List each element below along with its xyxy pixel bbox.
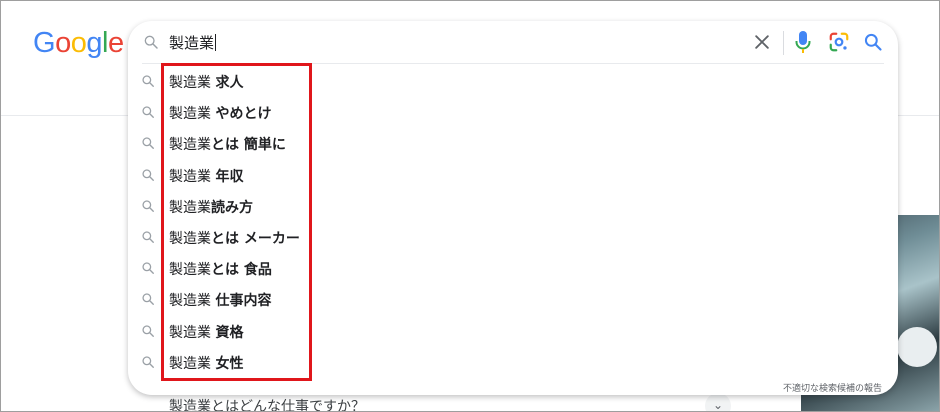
vertical-divider (783, 31, 784, 55)
search-icon (142, 168, 154, 181)
logo-letter: o (70, 27, 87, 59)
search-icon (142, 106, 154, 119)
search-query-text: 製造業 (169, 34, 215, 52)
highlight-annotation-box (161, 63, 312, 381)
search-icon (142, 262, 154, 275)
search-icon (142, 231, 154, 243)
search-row: 製造業 (128, 21, 898, 63)
search-icon (142, 324, 154, 337)
search-input[interactable]: 製造業 (169, 32, 217, 53)
text-caret (215, 34, 217, 51)
google-logo[interactable]: Google (33, 27, 124, 60)
search-icon (142, 137, 154, 150)
search-icon (142, 356, 154, 368)
search-button-icon[interactable] (863, 32, 883, 52)
page-frame: Google 製造業とはどんな仕事ですか？ ⌄ 製造業 製造業 求人 製造業 や… (0, 0, 940, 412)
mic-icon[interactable] (794, 30, 812, 54)
logo-letter: G (33, 27, 56, 59)
logo-letter: e (107, 27, 124, 59)
search-icon (142, 293, 154, 306)
lens-icon[interactable] (828, 31, 850, 53)
related-question[interactable]: 製造業とはどんな仕事ですか？ (169, 396, 365, 411)
clear-icon[interactable] (752, 32, 772, 52)
search-icon (144, 35, 158, 49)
logo-letter: o (55, 27, 71, 59)
search-icon (142, 75, 154, 87)
logo-letter: g (86, 27, 102, 59)
search-box: 製造業 製造業 求人 製造業 やめとけ 製造業とは 簡単に 製造業 年収 製造業… (128, 21, 898, 395)
chevron-down-icon[interactable]: ⌄ (705, 393, 731, 411)
search-icon (142, 200, 154, 212)
report-suggestions-link[interactable]: 不適切な検索候補の報告 (783, 381, 882, 394)
